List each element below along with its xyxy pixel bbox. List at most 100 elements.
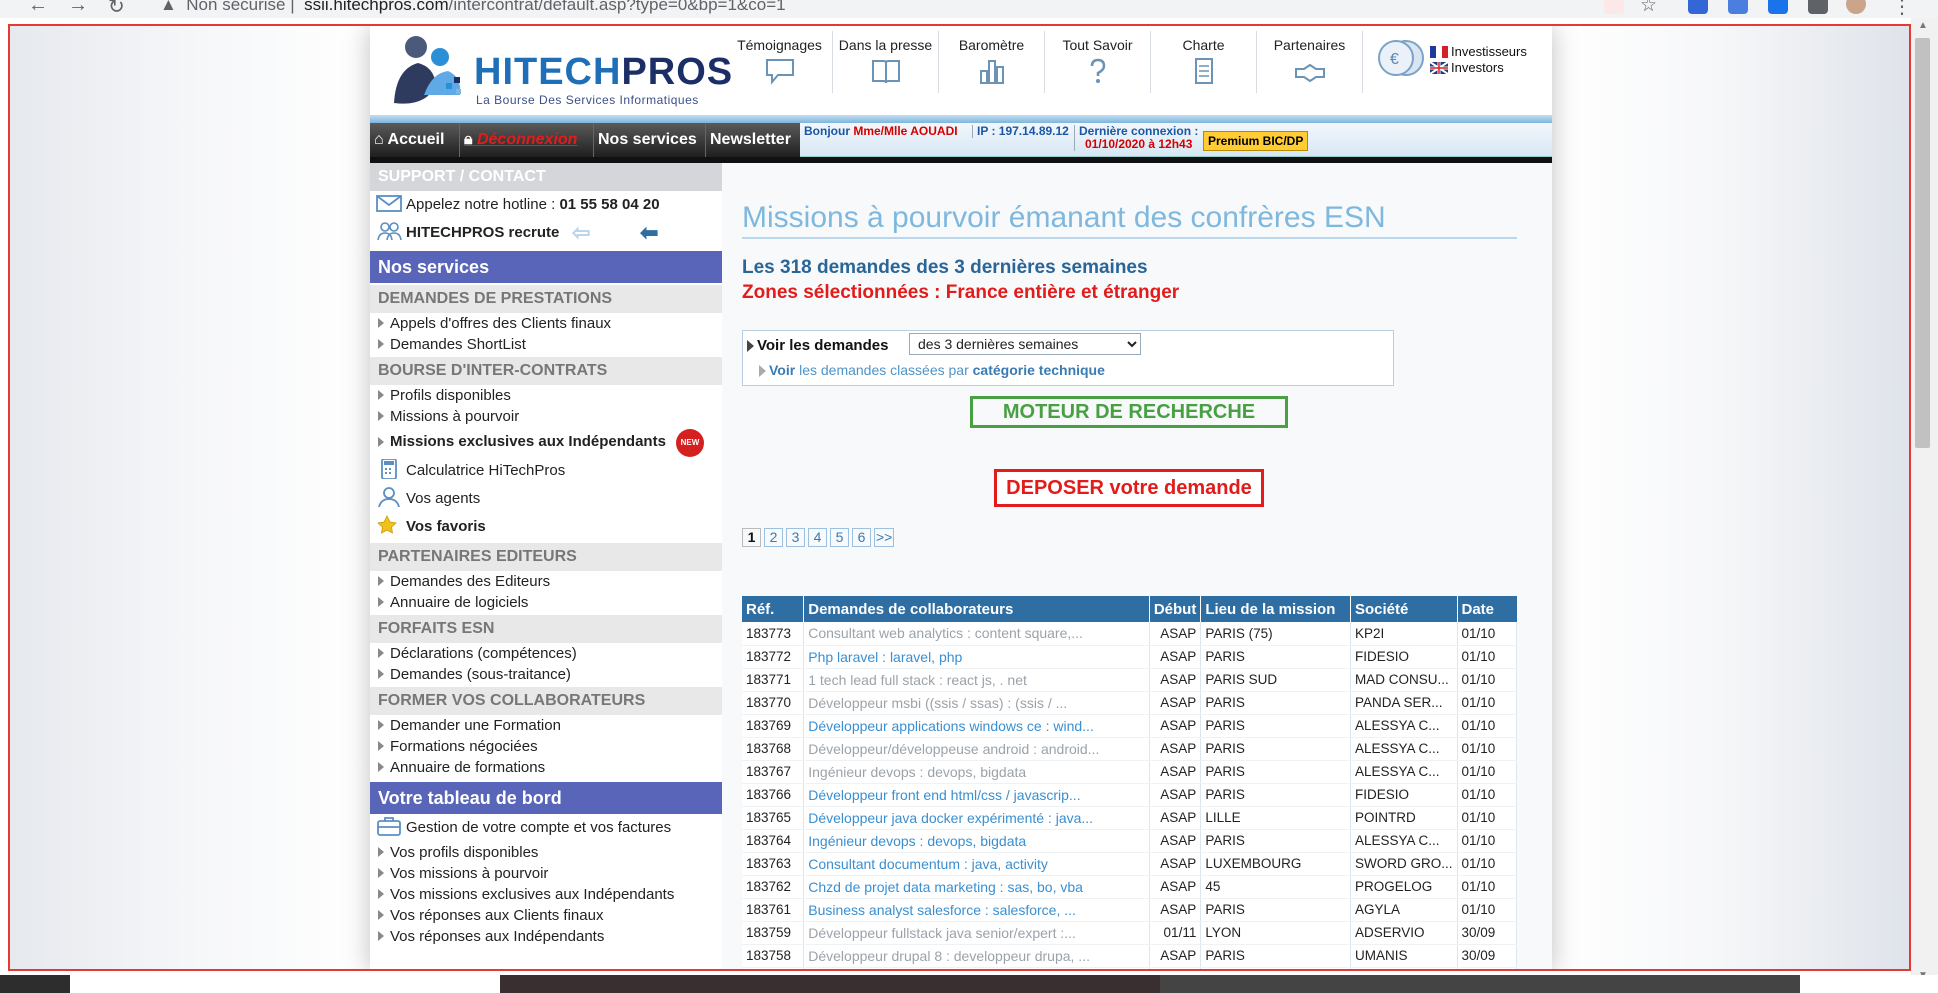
topnav-presse[interactable]: Dans la presse <box>833 31 939 93</box>
sidebar-link[interactable]: Demandes ShortList <box>370 334 722 355</box>
period-select[interactable]: des 3 dernières semaines <box>909 333 1141 355</box>
table-row[interactable]: 183771 1 tech lead full stack : react js,… <box>742 668 1517 692</box>
table-row[interactable]: 183765 Développeur java docker expériment… <box>742 806 1517 830</box>
col-ref[interactable]: Réf. <box>742 596 805 622</box>
table-row[interactable]: 183762 Chzd de projet data marketing : sa… <box>742 875 1517 899</box>
table-row[interactable]: 183768 Développeur/développeuse android :… <box>742 737 1517 761</box>
topnav-tout-savoir[interactable]: Tout Savoir <box>1045 31 1151 93</box>
page-link[interactable]: 2 <box>764 528 783 547</box>
table-row[interactable]: 183759 Développeur fullstack java senior/… <box>742 921 1517 945</box>
investors-block[interactable]: € Investisseurs Investors <box>1370 36 1552 94</box>
table-row[interactable]: 183763 Consultant documentum : java, acti… <box>742 852 1517 876</box>
sidebar-link[interactable]: Demander une Formation <box>370 715 722 736</box>
extension-icon[interactable] <box>1604 0 1624 14</box>
cell-demande[interactable]: 1 tech lead full stack : react js, . net <box>803 668 1150 692</box>
cell-demande[interactable]: Développeur front end html/css / javascr… <box>803 783 1150 807</box>
col-debut[interactable]: Début <box>1149 596 1202 622</box>
scroll-thumb[interactable] <box>1915 38 1930 448</box>
avatar[interactable] <box>1846 0 1866 14</box>
forward-arrow-icon[interactable]: → <box>68 0 88 17</box>
table-row[interactable]: 183772 Php laravel : laravel, php ASAP PARI… <box>742 645 1517 669</box>
menu-dots-icon[interactable]: ⋮ <box>1892 0 1912 18</box>
deposer-button[interactable]: DEPOSER votre demande <box>994 469 1264 507</box>
investors-fr-link[interactable]: Investisseurs <box>1430 44 1527 60</box>
address-bar[interactable]: ▲ Non sécurisé | ssii.hitechpros.com/int… <box>160 0 786 15</box>
sidebar-link[interactable]: Appels d'offres des Clients finaux <box>370 313 722 334</box>
cell-demande[interactable]: Développeur/développeuse android : andro… <box>803 737 1150 761</box>
topnav-charte[interactable]: Charte <box>1151 31 1257 93</box>
col-lieu[interactable]: Lieu de la mission <box>1200 596 1351 622</box>
cell-demande[interactable]: Chzd de projet data marketing : sas, bo,… <box>803 875 1150 899</box>
topnav-partenaires[interactable]: Partenaires <box>1257 31 1363 93</box>
puzzle-icon[interactable] <box>1808 0 1828 14</box>
cell-demande[interactable]: Ingénieur devops : devops, bigdata <box>803 760 1150 784</box>
sidebar-link[interactable]: Annuaire de formations <box>370 757 722 778</box>
search-engine-button[interactable]: MOTEUR DE RECHERCHE <box>970 396 1288 428</box>
agents-link[interactable]: Vos agents <box>370 485 722 513</box>
page-link[interactable]: 5 <box>830 528 849 547</box>
cell-demande[interactable]: Php laravel : laravel, php <box>803 645 1150 669</box>
bookmark-star-icon[interactable]: ☆ <box>1640 0 1657 17</box>
sidebar-link[interactable]: Profils disponibles <box>370 385 722 406</box>
sidebar-link[interactable]: Vos réponses aux Indépendants <box>370 926 722 947</box>
scroll-up-icon[interactable]: ▲ <box>1918 20 1928 31</box>
table-row[interactable]: 183767 Ingénieur devops : devops, bigdata… <box>742 760 1517 784</box>
cell-demande[interactable]: Consultant documentum : java, activity <box>803 852 1150 876</box>
cell-demande[interactable]: Consultant web analytics : content squar… <box>803 622 1150 646</box>
table-row[interactable]: 183758 Développeur drupal 8 : developpeur… <box>742 944 1517 968</box>
sidebar-link[interactable]: Vos missions à pourvoir <box>370 863 722 884</box>
col-date[interactable]: Date <box>1457 596 1517 622</box>
table-row[interactable]: 183757Développeur c++ linux : c++, do 17… <box>742 967 1517 969</box>
hitechpros-logo[interactable]: HITECHPROS La Bourse Des Services Inform… <box>386 31 732 113</box>
recrute-link[interactable]: HITECHPROS recrute ⇦ ⬅ <box>370 219 722 247</box>
page-link[interactable]: 4 <box>808 528 827 547</box>
calculatrice-link[interactable]: Calculatrice HiTechPros <box>370 457 722 485</box>
cell-demande[interactable]: Développeur msbi ((ssis / ssas) : (ssis … <box>803 691 1150 715</box>
col-societe[interactable]: Société <box>1350 596 1458 622</box>
topnav-temoignages[interactable]: Témoignages <box>727 31 833 93</box>
sidebar-link-exclusive[interactable]: Missions exclusives aux Indépendants NEW <box>370 427 722 457</box>
sidebar-link[interactable]: Vos missions exclusives aux Indépendants <box>370 884 722 905</box>
col-demandes[interactable]: Demandes de collaborateurs <box>803 596 1150 622</box>
page-link[interactable]: 6 <box>852 528 871 547</box>
cell-demande[interactable]: Développeur c++ linux : c++, do 178 <box>803 967 1150 969</box>
cell-demande[interactable]: Développeur drupal 8 : developpeur drupa… <box>803 944 1150 968</box>
topnav-barometre[interactable]: Baromètre <box>939 31 1045 93</box>
sidebar-link[interactable]: Demandes des Editeurs <box>370 571 722 592</box>
sidebar-link[interactable]: Vos profils disponibles <box>370 842 722 863</box>
voir-categorie-link[interactable]: Voir les demandes classées par catégorie… <box>759 362 1105 378</box>
nos-services-button[interactable]: Nos services <box>594 123 706 157</box>
sidebar-link-active[interactable]: Missions à pourvoir <box>370 406 722 427</box>
page-link[interactable]: 3 <box>786 528 805 547</box>
table-row[interactable]: 183773 Consultant web analytics : content… <box>742 622 1517 646</box>
cell-demande[interactable]: Ingénieur devops : devops, bigdata <box>803 829 1150 853</box>
page-link[interactable]: 1 <box>742 528 761 547</box>
table-row[interactable]: 183770 Développeur msbi ((ssis / ssas) : … <box>742 691 1517 715</box>
table-row[interactable]: 183766 Développeur front end html/css / j… <box>742 783 1517 807</box>
newsletter-button[interactable]: Newsletter <box>706 123 800 157</box>
investors-en-link[interactable]: Investors <box>1430 60 1527 76</box>
reload-icon[interactable]: ↻ <box>108 0 125 18</box>
page-scrollbar[interactable]: ▲ ▼ <box>1911 18 1938 993</box>
sidebar-link[interactable]: Vos réponses aux Clients finaux <box>370 905 722 926</box>
page-link-next[interactable]: >> <box>874 528 895 547</box>
table-row[interactable]: 183761 Business analyst salesforce : sale… <box>742 898 1517 922</box>
cell-demande[interactable]: Développeur applications windows ce : wi… <box>803 714 1150 738</box>
accueil-button[interactable]: ⌂ Accueil <box>370 123 460 157</box>
sidebar-link[interactable]: Annuaire de logiciels <box>370 592 722 613</box>
cell-demande[interactable]: Business analyst salesforce : salesforce… <box>803 898 1150 922</box>
gestion-link[interactable]: Gestion de votre compte et vos factures <box>370 814 722 842</box>
sidebar-link[interactable]: Formations négociées <box>370 736 722 757</box>
extension-icon[interactable] <box>1728 0 1748 14</box>
sidebar-link[interactable]: Déclarations (compétences) <box>370 643 722 664</box>
deconnexion-button[interactable]: 🔒︎ Déconnexion <box>460 123 594 157</box>
table-row[interactable]: 183769 Développeur applications windows c… <box>742 714 1517 738</box>
cell-demande[interactable]: Développeur fullstack java senior/expert… <box>803 921 1150 945</box>
sidebar-link[interactable]: Demandes (sous-traitance) <box>370 664 722 685</box>
table-row[interactable]: 183764 Ingénieur devops : devops, bigdata… <box>742 829 1517 853</box>
cell-demande[interactable]: Développeur java docker expérimenté : ja… <box>803 806 1150 830</box>
extension-icon[interactable] <box>1688 0 1708 14</box>
favoris-link[interactable]: Vos favoris <box>370 513 722 541</box>
extension-icon[interactable] <box>1768 0 1788 14</box>
back-arrow-icon[interactable]: ← <box>28 0 48 17</box>
